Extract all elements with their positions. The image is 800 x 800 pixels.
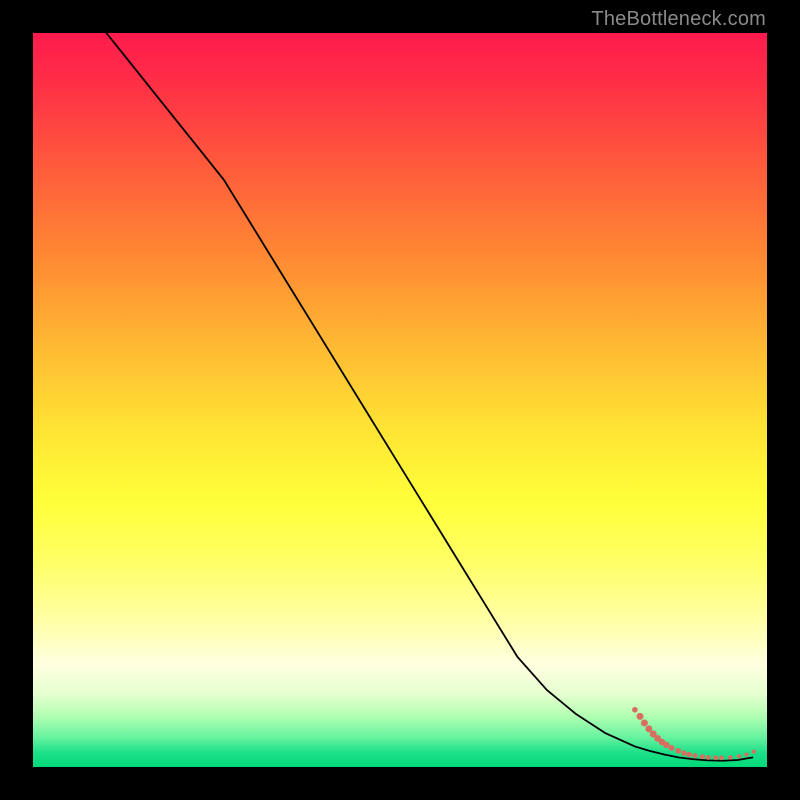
marker-dot <box>693 753 698 758</box>
marker-dot <box>713 755 718 760</box>
marker-dot <box>728 755 733 760</box>
marker-dot <box>687 752 692 757</box>
plot-area <box>33 33 767 767</box>
marker-dot <box>637 713 644 720</box>
curve-line <box>106 33 752 761</box>
marker-dot <box>669 745 675 751</box>
marker-cluster <box>632 707 756 760</box>
marker-dot <box>752 750 756 754</box>
marker-dot <box>719 755 724 760</box>
marker-dot <box>700 754 705 759</box>
attribution-label: TheBottleneck.com <box>591 8 766 31</box>
marker-dot <box>675 748 681 754</box>
chart-svg <box>33 33 767 767</box>
marker-dot <box>663 742 669 748</box>
chart-frame: TheBottleneck.com <box>0 0 800 800</box>
marker-dot <box>706 755 711 760</box>
marker-dot <box>737 754 741 758</box>
marker-dot <box>681 750 686 755</box>
marker-dot <box>744 752 748 756</box>
marker-dot <box>632 707 638 713</box>
marker-dot <box>641 719 648 726</box>
